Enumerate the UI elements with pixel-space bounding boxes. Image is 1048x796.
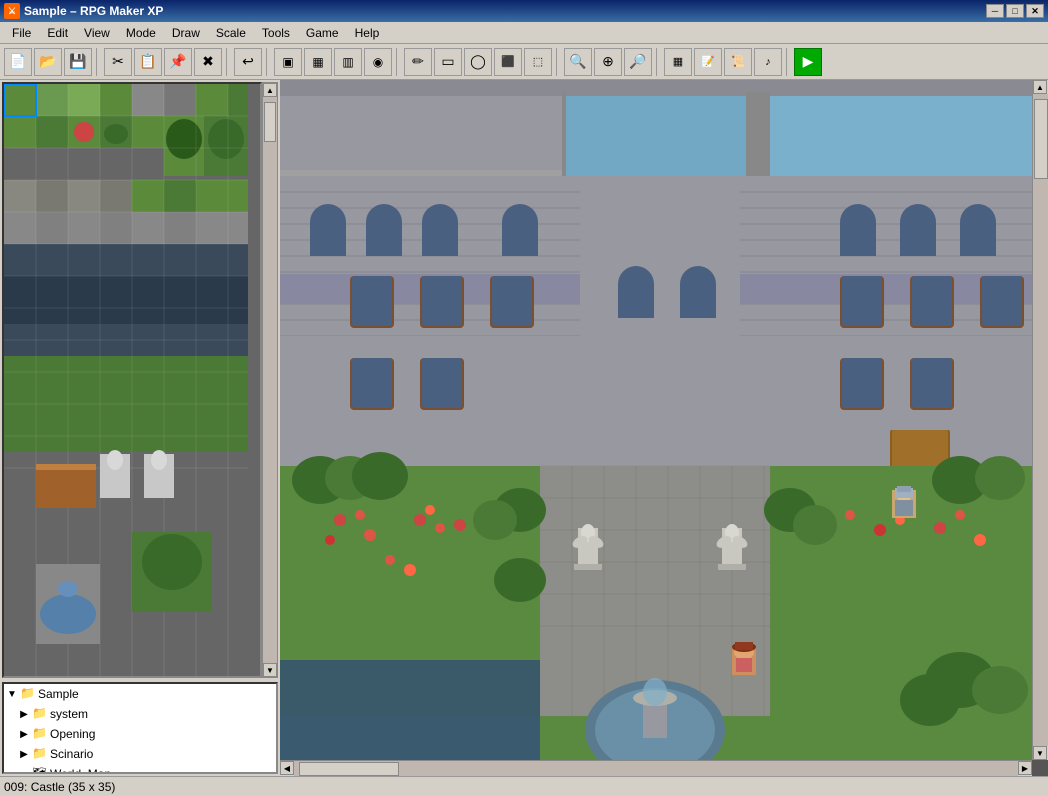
pencil-button[interactable]: ✏ — [404, 48, 432, 76]
separator-3 — [266, 48, 270, 76]
titlebar-left: ⚔ Sample – RPG Maker XP — [4, 3, 163, 19]
tree-item-system[interactable]: ▶ 📁 system — [4, 704, 276, 724]
tileset-wrapper: stone — [0, 80, 280, 680]
folder-icon-system: 📁 — [32, 706, 48, 722]
map-scroll-down[interactable]: ▼ — [1033, 746, 1047, 760]
expand-icon-opening[interactable]: ▶ — [18, 729, 30, 740]
paste-button[interactable]: 📌 — [164, 48, 192, 76]
audio-button[interactable]: ♪ — [754, 48, 782, 76]
script-button[interactable]: 📜 — [724, 48, 752, 76]
layer4-button[interactable]: ◉ — [364, 48, 392, 76]
menu-file[interactable]: File — [4, 24, 39, 42]
minimize-button[interactable]: ─ — [986, 4, 1004, 18]
tree-label-world: World_Map — [50, 767, 111, 774]
menu-tools[interactable]: Tools — [254, 24, 298, 42]
tree-label-scinario: Scinario — [50, 747, 93, 761]
app-icon: ⚔ — [4, 3, 20, 19]
map-vscroll-thumb[interactable] — [1034, 99, 1048, 179]
expand-icon-scinario[interactable]: ▶ — [18, 749, 30, 760]
fill-button[interactable]: ⬛ — [494, 48, 522, 76]
layer1-button[interactable]: ▣ — [274, 48, 302, 76]
tree-item-sample[interactable]: ▼ 📁 Sample — [4, 684, 276, 704]
map-scroll-right[interactable]: ▶ — [1018, 761, 1032, 775]
play-button[interactable]: ▶ — [794, 48, 822, 76]
tree-item-scinario[interactable]: ▶ 📁 Scinario — [4, 744, 276, 764]
separator-4 — [396, 48, 400, 76]
menu-view[interactable]: View — [76, 24, 118, 42]
main-area: stone — [0, 80, 1048, 776]
zoom-out-button[interactable]: 🔎 — [624, 48, 652, 76]
tree-label-sample: Sample — [38, 687, 79, 701]
titlebar: ⚔ Sample – RPG Maker XP ─ □ ✕ — [0, 0, 1048, 22]
folder-icon-opening: 📁 — [32, 726, 48, 742]
toolbar: 📄 📂 💾 ✂ 📋 📌 ✖ ↩ ▣ ▦ ▥ ◉ ✏ ▭ ◯ ⬛ ⬚ 🔍 ⊕ 🔎 … — [0, 44, 1048, 80]
status-text: 009: Castle (35 x 35) — [4, 780, 115, 794]
layer3-button[interactable]: ▥ — [334, 48, 362, 76]
tree-label-opening: Opening — [50, 727, 95, 741]
map-vscroll-track — [1033, 94, 1048, 746]
scroll-thumb[interactable] — [264, 102, 276, 142]
menu-help[interactable]: Help — [347, 24, 388, 42]
map-hscroll-thumb[interactable] — [299, 762, 399, 776]
left-panel: stone — [0, 80, 280, 776]
save-button[interactable]: 💾 — [64, 48, 92, 76]
separator-7 — [786, 48, 790, 76]
tree-item-world-map[interactable]: 🗺 World_Map — [4, 764, 276, 774]
map-vscrollbar[interactable]: ▲ ▼ — [1032, 80, 1048, 760]
copy-button[interactable]: 📋 — [134, 48, 162, 76]
window-title: Sample – RPG Maker XP — [24, 4, 163, 18]
tileset-display[interactable]: stone — [2, 82, 262, 678]
cut-button[interactable]: ✂ — [104, 48, 132, 76]
statusbar: 009: Castle (35 x 35) — [0, 776, 1048, 796]
zoom-auto-button[interactable]: ⊕ — [594, 48, 622, 76]
zoom-in-button[interactable]: 🔍 — [564, 48, 592, 76]
select-button[interactable]: ⬚ — [524, 48, 552, 76]
menu-draw[interactable]: Draw — [164, 24, 208, 42]
delete-button[interactable]: ✖ — [194, 48, 222, 76]
new-button[interactable]: 📄 — [4, 48, 32, 76]
expand-icon-system[interactable]: ▶ — [18, 709, 30, 720]
map-icon-world: 🗺 — [32, 766, 48, 774]
tileset-scrollbar[interactable]: ▲ ▼ — [262, 82, 278, 678]
expand-icon-sample[interactable]: ▼ — [6, 689, 18, 700]
separator-2 — [226, 48, 230, 76]
map-scroll-left[interactable]: ◀ — [280, 761, 294, 775]
map-tree[interactable]: ▼ 📁 Sample ▶ 📁 system ▶ 📁 Opening ▶ 📁 Sc… — [2, 682, 278, 774]
scroll-track — [263, 97, 277, 663]
event-button[interactable]: 📝 — [694, 48, 722, 76]
scroll-down-arrow[interactable]: ▼ — [263, 663, 277, 677]
maximize-button[interactable]: □ — [1006, 4, 1024, 18]
close-button[interactable]: ✕ — [1026, 4, 1044, 18]
separator-5 — [556, 48, 560, 76]
undo-button[interactable]: ↩ — [234, 48, 262, 76]
scroll-up-arrow[interactable]: ▲ — [263, 83, 277, 97]
tree-item-opening[interactable]: ▶ 📁 Opening — [4, 724, 276, 744]
map-button[interactable]: ▦ — [664, 48, 692, 76]
titlebar-controls: ─ □ ✕ — [986, 4, 1044, 18]
menu-scale[interactable]: Scale — [208, 24, 254, 42]
open-button[interactable]: 📂 — [34, 48, 62, 76]
map-hscroll-track — [294, 761, 1018, 776]
ellipse-button[interactable]: ◯ — [464, 48, 492, 76]
menu-edit[interactable]: Edit — [39, 24, 76, 42]
tileset-svg: stone — [4, 84, 248, 678]
folder-icon-scinario: 📁 — [32, 746, 48, 762]
menu-game[interactable]: Game — [298, 24, 347, 42]
separator-1 — [96, 48, 100, 76]
rect-button[interactable]: ▭ — [434, 48, 462, 76]
map-canvas-area: ▲ ▼ ◀ ▶ — [280, 80, 1048, 776]
tree-label-system: system — [50, 707, 88, 721]
folder-icon-sample: 📁 — [20, 686, 36, 702]
menu-mode[interactable]: Mode — [118, 24, 164, 42]
map-hscrollbar[interactable]: ◀ ▶ — [280, 760, 1032, 776]
castle-map[interactable] — [280, 80, 1048, 776]
separator-6 — [656, 48, 660, 76]
map-scroll-up[interactable]: ▲ — [1033, 80, 1047, 94]
menubar: File Edit View Mode Draw Scale Tools Gam… — [0, 22, 1048, 44]
layer2-button[interactable]: ▦ — [304, 48, 332, 76]
